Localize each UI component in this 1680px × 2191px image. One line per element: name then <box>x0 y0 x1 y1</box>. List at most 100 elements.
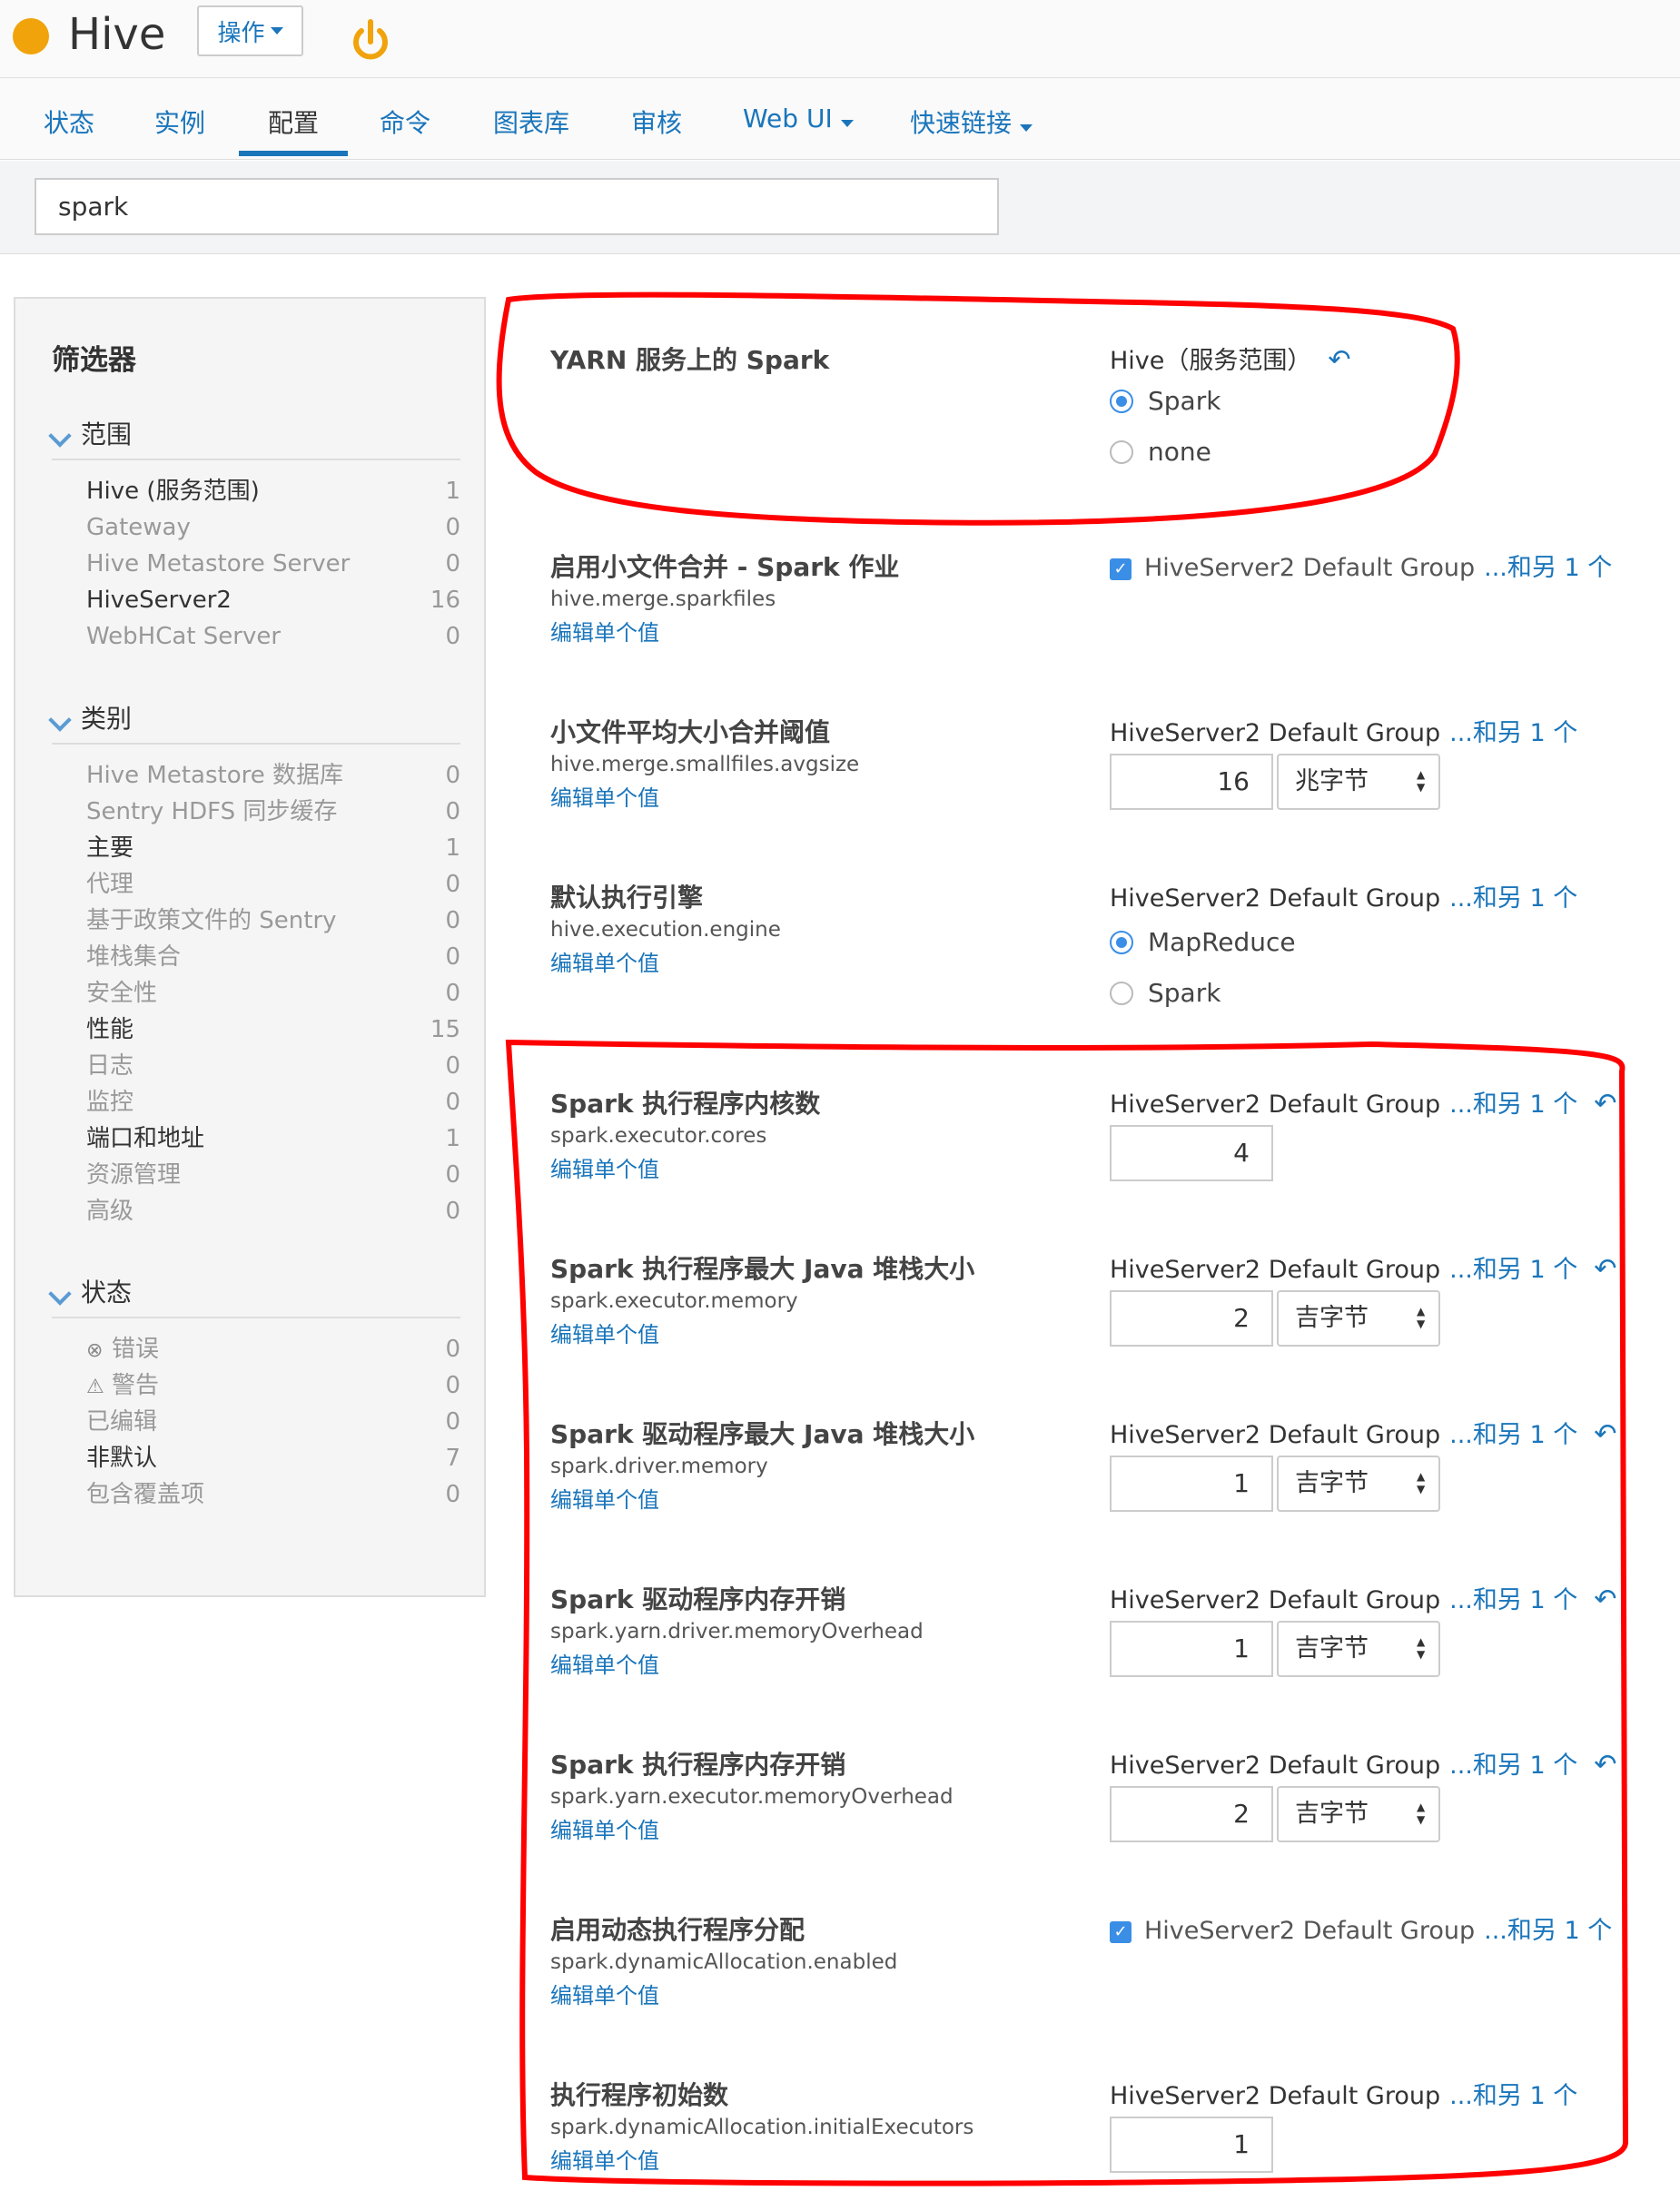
filter-item[interactable]: 非默认 7 <box>52 1440 460 1476</box>
unit-select[interactable]: 吉字节 ▲ ▼ <box>1277 1621 1440 1677</box>
actions-label: 操作 <box>217 19 265 47</box>
tab-audits[interactable]: 审核 <box>631 104 682 140</box>
value-input[interactable]: 2 <box>1110 1290 1273 1347</box>
filter-item[interactable]: Sentry HDFS 同步缓存 0 <box>52 794 460 830</box>
tab-quick-links[interactable]: 快速链接 <box>910 104 1033 140</box>
filter-item-count: 0 <box>445 623 460 650</box>
tab-status[interactable]: 状态 <box>44 104 94 140</box>
search-input[interactable] <box>35 178 999 235</box>
active-tab-indicator <box>239 151 348 156</box>
undo-icon[interactable]: ↶ <box>1594 1088 1616 1120</box>
tab-web-ui[interactable]: Web UI <box>743 104 854 133</box>
filter-item[interactable]: 代理 0 <box>52 866 460 903</box>
more-groups-link[interactable]: ...和另 1 个 <box>1449 2082 1577 2110</box>
power-icon[interactable] <box>345 15 396 65</box>
config-group-label: HiveServer2 Default Group <box>1110 1586 1441 1614</box>
radio-option[interactable]: MapReduce <box>1110 917 1618 968</box>
unit-select[interactable]: 吉字节 ▲ ▼ <box>1277 1290 1440 1347</box>
config-row: 启用小文件合并 - Spark 作业 hive.merge.sparkfiles… <box>550 548 1612 646</box>
filter-state-heading[interactable]: 状态 <box>48 1275 460 1318</box>
filter-item-label: 安全性 <box>86 980 158 1007</box>
undo-icon[interactable]: ↶ <box>1594 1253 1616 1285</box>
edit-single-value-link[interactable]: 编辑单个值 <box>550 2143 1595 2175</box>
filter-item-label: 代理 <box>86 871 134 898</box>
more-groups-link[interactable]: ...和另 1 个 <box>1449 1091 1577 1119</box>
filter-item[interactable]: 已编辑 0 <box>52 1404 460 1440</box>
filter-item-label: WebHCat Server <box>86 623 282 650</box>
filter-item[interactable]: ⊗ 错误 0 <box>52 1331 460 1367</box>
more-groups-link[interactable]: ...和另 1 个 <box>1449 1752 1577 1780</box>
config-key: hive.merge.sparkfiles <box>550 587 776 611</box>
more-groups-link[interactable]: ...和另 1 个 <box>1449 1586 1577 1614</box>
tab-charts[interactable]: 图表库 <box>493 104 569 140</box>
edit-single-value-link[interactable]: 编辑单个值 <box>550 1978 1595 2009</box>
filter-item[interactable]: 基于政策文件的 Sentry 0 <box>52 903 460 939</box>
filter-item[interactable]: Hive Metastore Server 0 <box>52 546 460 582</box>
filter-item[interactable]: 日志 0 <box>52 1048 460 1084</box>
radio-option[interactable]: Spark <box>1110 376 1618 427</box>
filter-item-count: 0 <box>445 1089 460 1116</box>
filter-item[interactable]: Hive Metastore 数据库 0 <box>52 757 460 794</box>
radio-option[interactable]: none <box>1110 427 1618 478</box>
value-input[interactable]: 1 <box>1110 2117 1273 2173</box>
filter-item[interactable]: 安全性 0 <box>52 975 460 1012</box>
filter-item[interactable]: 资源管理 0 <box>52 1157 460 1193</box>
filter-item[interactable]: 堆栈集合 0 <box>52 939 460 975</box>
filter-item[interactable]: 主要 1 <box>52 830 460 866</box>
undo-icon[interactable]: ↶ <box>1594 1749 1616 1781</box>
more-groups-link[interactable]: ...和另 1 个 <box>1484 554 1612 582</box>
filter-item-count: 0 <box>445 1481 460 1508</box>
caret-down-icon <box>270 27 283 35</box>
tab-instances[interactable]: 实例 <box>154 104 205 140</box>
more-groups-link[interactable]: ...和另 1 个 <box>1449 1256 1577 1284</box>
tab-configuration[interactable]: 配置 <box>268 104 319 140</box>
more-groups-link[interactable]: ...和另 1 个 <box>1449 884 1577 913</box>
more-groups-link[interactable]: ...和另 1 个 <box>1449 1421 1577 1449</box>
filter-item-label: Hive Metastore 数据库 <box>86 762 344 789</box>
config-row: 默认执行引擎 hive.execution.engine 编辑单个值 HiveS… <box>550 878 1595 1008</box>
sidebar-title: 筛选器 <box>52 344 136 377</box>
radio-option[interactable]: Spark <box>1110 968 1618 1019</box>
filter-category-section: 类别 Hive Metastore 数据库 0 Sentry HDFS 同步缓存 0… <box>48 701 460 1229</box>
filter-item-label: HiveServer2 <box>86 587 232 614</box>
undo-icon[interactable]: ↶ <box>1594 1418 1616 1450</box>
checkbox-checked-icon[interactable]: ✓ <box>1110 1920 1132 1943</box>
filter-item-count: 0 <box>445 1161 460 1189</box>
unit-select[interactable]: 吉字节 ▲ ▼ <box>1277 1786 1440 1842</box>
undo-icon[interactable]: ↶ <box>1594 1584 1616 1615</box>
filter-item[interactable]: 高级 0 <box>52 1193 460 1229</box>
filter-item[interactable]: 监控 0 <box>52 1084 460 1120</box>
filter-category-heading[interactable]: 类别 <box>48 701 460 745</box>
filter-item[interactable]: 端口和地址 1 <box>52 1120 460 1157</box>
value-input[interactable]: 4 <box>1110 1125 1273 1181</box>
tab-commands[interactable]: 命令 <box>380 104 430 140</box>
filter-item-label: 日志 <box>86 1052 134 1080</box>
filter-item[interactable]: ⚠ 警告 0 <box>52 1367 460 1404</box>
filter-item[interactable]: 性能 15 <box>52 1012 460 1048</box>
config-group-label: HiveServer2 Default Group <box>1110 2082 1441 2110</box>
more-groups-link[interactable]: ...和另 1 个 <box>1484 1917 1612 1945</box>
filter-item[interactable]: 包含覆盖项 0 <box>52 1476 460 1513</box>
edit-single-value-link[interactable]: 编辑单个值 <box>550 1151 1595 1183</box>
unit-select[interactable]: 兆字节 ▲ ▼ <box>1277 754 1440 810</box>
value-input[interactable]: 1 <box>1110 1456 1273 1512</box>
actions-button[interactable]: 操作 <box>197 5 303 56</box>
value-input[interactable]: 2 <box>1110 1786 1273 1842</box>
filter-scope-heading[interactable]: 范围 <box>48 417 460 460</box>
filter-item[interactable]: WebHCat Server 0 <box>52 618 460 655</box>
tab-web-ui-label: Web UI <box>743 104 833 133</box>
config-group-label: HiveServer2 Default Group <box>1110 1421 1441 1449</box>
filter-item[interactable]: Hive (服务范围) 1 <box>52 473 460 509</box>
unit-select[interactable]: 吉字节 ▲ ▼ <box>1277 1456 1440 1512</box>
edit-single-value-link[interactable]: 编辑单个值 <box>550 615 1595 646</box>
value-input[interactable]: 1 <box>1110 1621 1273 1677</box>
more-groups-link[interactable]: ...和另 1 个 <box>1449 719 1577 747</box>
value-input[interactable]: 16 <box>1110 754 1273 810</box>
filter-item[interactable]: Gateway 0 <box>52 509 460 546</box>
filter-item-count: 0 <box>445 907 460 934</box>
filter-item[interactable]: HiveServer2 16 <box>52 582 460 618</box>
undo-icon[interactable]: ↶ <box>1328 344 1350 376</box>
config-row: Spark 驱动程序内存开销 spark.yarn.driver.memoryO… <box>550 1580 1616 1679</box>
checkbox-checked-icon[interactable]: ✓ <box>1110 558 1132 580</box>
config-value-area: HiveServer2 Default Group ...和另 1 个 ↶ 1 吉字… <box>1110 1415 1618 1512</box>
